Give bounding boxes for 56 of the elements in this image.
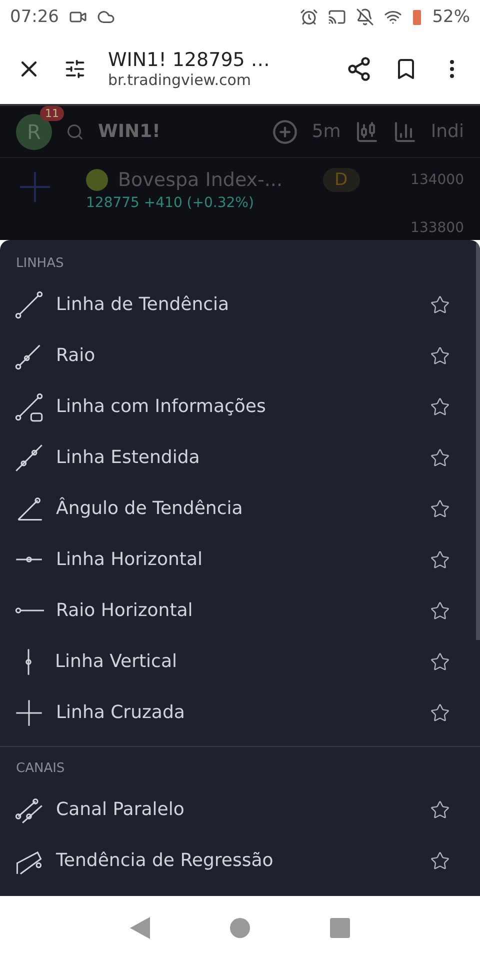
favorite-star-icon[interactable] xyxy=(430,294,450,314)
candles-icon[interactable] xyxy=(354,120,379,144)
price-label: 133800 xyxy=(410,220,464,236)
status-time: 07:26 xyxy=(10,7,59,27)
tool-item[interactable]: Linha Estendida xyxy=(0,432,480,483)
drawing-tool-icon xyxy=(14,606,44,615)
battery-icon xyxy=(412,8,422,26)
site-settings-icon[interactable] xyxy=(64,58,86,80)
drawing-tool-icon xyxy=(14,392,44,422)
cloud-icon xyxy=(97,8,115,26)
page-title: WIN1! 128795 … xyxy=(108,49,271,71)
tool-item[interactable]: Linha de Tendência xyxy=(0,279,480,330)
tool-item[interactable]: Tendência de Regressão xyxy=(0,835,480,886)
section-heading: LINHAS xyxy=(15,255,65,273)
flag-icon xyxy=(86,169,108,191)
quote-text: 128775 +410 (+0.32%) xyxy=(86,195,254,211)
battery-level: 52% xyxy=(432,7,470,27)
favorite-star-icon[interactable] xyxy=(430,396,450,416)
tool-item[interactable]: Ângulo de Tendência xyxy=(0,483,480,534)
indicators-icon[interactable] xyxy=(392,120,417,144)
page-url: br.tradingview.com xyxy=(108,71,252,89)
drawing-tool-icon xyxy=(14,698,44,728)
favorite-star-icon[interactable] xyxy=(430,652,450,672)
home-icon[interactable] xyxy=(230,918,250,938)
share-icon[interactable] xyxy=(346,56,372,82)
tool-item[interactable]: Linha Horizontal xyxy=(0,534,480,585)
tool-item[interactable]: Linha Cruzada xyxy=(0,687,480,738)
back-icon[interactable] xyxy=(130,917,150,939)
favorite-star-icon[interactable] xyxy=(430,550,450,570)
search-icon[interactable] xyxy=(66,122,84,140)
bell-off-icon xyxy=(356,8,374,26)
section-heading: CANAIS xyxy=(15,760,66,778)
tool-item[interactable]: Raio Horizontal xyxy=(0,585,480,636)
cast-icon xyxy=(328,8,346,26)
add-icon[interactable] xyxy=(272,118,298,144)
favorite-star-icon[interactable] xyxy=(430,448,450,468)
favorite-star-icon[interactable] xyxy=(430,498,450,518)
price-label: 134000 xyxy=(410,172,464,188)
symbol-name: Bovespa Index-... xyxy=(118,169,283,191)
drawing-tool-icon xyxy=(14,290,44,320)
drawing-tool-icon xyxy=(14,442,44,472)
favorite-star-icon[interactable] xyxy=(430,702,450,722)
alarm-icon xyxy=(300,8,318,26)
favorite-star-icon[interactable] xyxy=(430,800,450,820)
drawing-tool-icon xyxy=(14,555,44,564)
notification-badge: 11 xyxy=(40,106,64,120)
drawing-tool-icon xyxy=(24,646,33,676)
tool-item[interactable]: Linha Vertical xyxy=(0,636,480,687)
wifi-icon xyxy=(384,8,402,26)
period-badge: D xyxy=(322,168,360,192)
tool-item[interactable]: Canal Paralelo xyxy=(0,784,480,835)
tool-item[interactable]: Raio xyxy=(0,330,480,381)
tool-item[interactable]: Linha com Informações xyxy=(0,381,480,432)
favorite-star-icon[interactable] xyxy=(430,850,450,870)
favorite-star-icon[interactable] xyxy=(430,346,450,366)
favorite-star-icon[interactable] xyxy=(430,600,450,620)
